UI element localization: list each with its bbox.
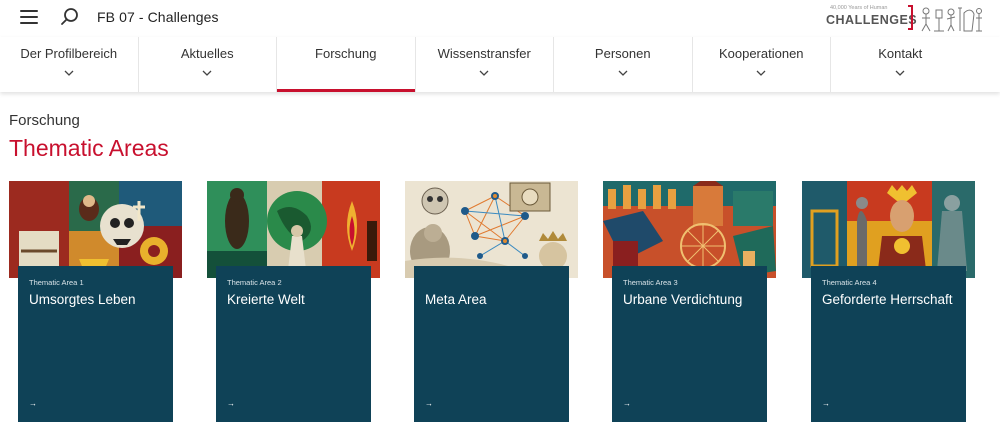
- meta-area-card[interactable]: Meta Area →: [405, 181, 578, 423]
- nav-item-aktuelles[interactable]: Aktuelles: [139, 37, 277, 92]
- page-title: Thematic Areas: [9, 135, 169, 161]
- chevron-down-icon: [64, 70, 74, 76]
- arrow-right-icon: →: [425, 399, 433, 408]
- card-title: Urbane Verdichtung: [623, 292, 743, 307]
- nav-item-label: Kooperationen: [718, 46, 804, 61]
- card-content: Thematic Area 4 Geforderte Herr­schaft →: [811, 266, 966, 422]
- site-title[interactable]: FB 07 - Challenges: [97, 9, 219, 25]
- logo-bracket: [908, 5, 913, 30]
- card-eyebrow: Thematic Area 1: [29, 278, 84, 287]
- card-title: Meta Area: [425, 292, 487, 307]
- card-illustration-meta: [405, 181, 578, 278]
- thematic-area-card-3[interactable]: Thematic Area 3 Urbane Verdichtung →: [603, 181, 776, 423]
- nav-item-label: Der Profilbereich: [20, 46, 118, 61]
- card-title: Geforderte Herr­schaft: [822, 292, 953, 307]
- nav-item-kontakt[interactable]: Kontakt: [831, 37, 970, 92]
- nav-item-label: Personen: [594, 46, 651, 61]
- nav-item-label: Aktuelles: [180, 46, 234, 61]
- nav-item-label: Wissenstransfer: [437, 46, 531, 61]
- card-eyebrow: Thematic Area 2: [227, 278, 282, 287]
- hamburger-menu-button[interactable]: [20, 10, 38, 24]
- arrow-right-icon: →: [29, 399, 37, 408]
- search-button[interactable]: [60, 7, 80, 27]
- card-illustration-urban: [603, 181, 776, 278]
- search-icon: [61, 8, 78, 25]
- thematic-area-card-1[interactable]: Thematic Area 1 Umsorgtes Leben →: [9, 181, 182, 423]
- chevron-down-icon: [479, 70, 489, 76]
- logo-tagline: 40,000 Years of Human: [830, 5, 888, 11]
- card-content: Thematic Area 2 Kreierte Welt →: [216, 266, 371, 422]
- card-eyebrow: Thematic Area 4: [822, 278, 877, 287]
- section-label: Forschung: [9, 112, 80, 129]
- chevron-down-icon: [895, 70, 905, 76]
- logo-figures-icon: [921, 7, 982, 32]
- nav-item-wissenstransfer[interactable]: Wissenstransfer: [416, 37, 554, 92]
- nav-item-label: Forschung: [315, 46, 377, 61]
- nav-item-label: Kontakt: [878, 46, 923, 61]
- challenges-logo[interactable]: 40,000 Years of Human CHALLENGES: [824, 4, 986, 32]
- chevron-down-icon: [756, 70, 766, 76]
- thematic-area-card-2[interactable]: Thematic Area 2 Kreierte Welt →: [207, 181, 380, 423]
- card-eyebrow: Thematic Area 3: [623, 278, 678, 287]
- nav-item-personen[interactable]: Personen: [554, 37, 693, 92]
- card-content: Thematic Area 3 Urbane Verdichtung →: [612, 266, 767, 422]
- chevron-down-icon: [202, 70, 212, 76]
- logo-wordmark: CHALLENGES: [826, 13, 918, 27]
- card-illustration-rule: [802, 181, 975, 278]
- chevron-down-icon: [618, 70, 628, 76]
- nav-item-der-profilbereich[interactable]: Der Profilbereich: [0, 37, 139, 92]
- card-content: Meta Area →: [414, 266, 569, 422]
- card-illustration-care: [9, 181, 182, 278]
- thematic-area-card-4[interactable]: Thematic Area 4 Geforderte Herr­schaft →: [802, 181, 975, 423]
- main-navigation: Der Profilbereich Aktuelles Forschung Wisse…: [0, 37, 1000, 92]
- arrow-right-icon: →: [227, 399, 235, 408]
- card-eyebrow: [425, 278, 558, 288]
- card-title: Umsorgtes Leben: [29, 292, 136, 307]
- arrow-right-icon: →: [822, 399, 830, 408]
- card-illustration-created-world: [207, 181, 380, 278]
- nav-item-kooperationen[interactable]: Kooperationen: [693, 37, 831, 92]
- card-title: Kreierte Welt: [227, 292, 305, 307]
- nav-item-forschung[interactable]: Forschung: [277, 37, 416, 92]
- top-header: FB 07 - Challenges 40,000 Years of Human…: [0, 0, 1000, 36]
- arrow-right-icon: →: [623, 399, 631, 408]
- card-content: Thematic Area 1 Umsorgtes Leben →: [18, 266, 173, 422]
